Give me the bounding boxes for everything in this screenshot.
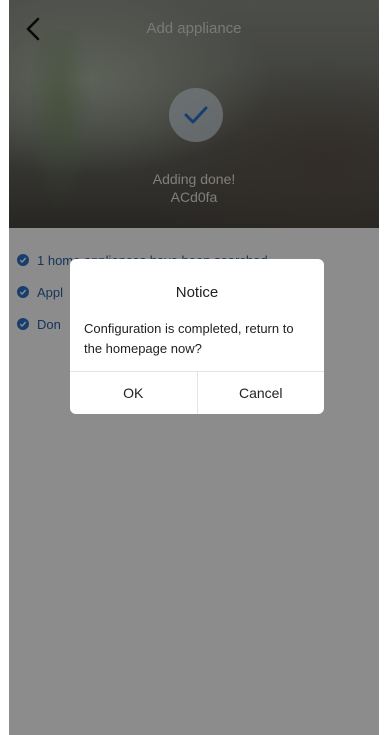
notice-dialog: Notice Configuration is completed, retur… (70, 259, 324, 414)
dialog-title: Notice (175, 284, 219, 301)
dialog-message: Configuration is completed, return to th… (84, 321, 294, 356)
ok-button[interactable]: OK (70, 372, 197, 414)
dialog-actions: OK Cancel (70, 371, 324, 414)
app-screen: Add appliance Adding done! ACd0fa 1 home… (9, 0, 379, 735)
cancel-button[interactable]: Cancel (196, 372, 325, 414)
